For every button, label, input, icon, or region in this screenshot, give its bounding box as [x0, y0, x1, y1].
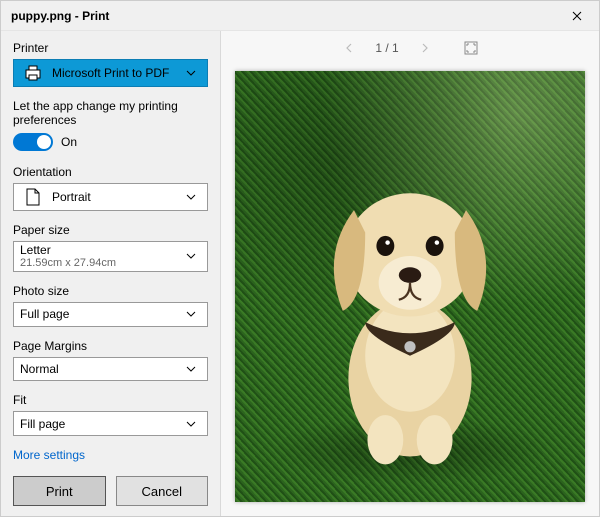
fit-value: Fill page — [20, 417, 65, 431]
chevron-down-icon — [181, 421, 201, 427]
toggle-state: On — [61, 135, 77, 149]
next-page-button[interactable] — [417, 40, 433, 56]
arrow-left-icon — [344, 43, 354, 53]
dialog-body: Printer Microsoft Print to PDF Let the a… — [1, 31, 599, 516]
margins-select[interactable]: Normal — [13, 357, 208, 382]
orientation-label: Orientation — [13, 165, 208, 179]
photo-select[interactable]: Full page — [13, 302, 208, 327]
fit-page-icon — [464, 41, 478, 55]
printer-select[interactable]: Microsoft Print to PDF — [13, 59, 208, 87]
margins-value: Normal — [20, 362, 59, 376]
paper-value: Letter — [20, 243, 116, 257]
chevron-down-icon — [181, 253, 201, 259]
preview-area — [221, 65, 599, 516]
chevron-down-icon — [181, 366, 201, 372]
preview-toolbar: 1 / 1 — [221, 31, 599, 65]
fit-page-button[interactable] — [463, 40, 479, 56]
paper-sub: 21.59cm x 27.94cm — [20, 257, 116, 270]
arrow-right-icon — [420, 43, 430, 53]
preview-pane: 1 / 1 — [221, 31, 599, 516]
orientation-value: Portrait — [52, 190, 91, 204]
titlebar: puppy.png - Print — [1, 1, 599, 31]
photo-label: Photo size — [13, 284, 208, 298]
window-title: puppy.png - Print — [11, 9, 109, 23]
pref-text: Let the app change my printing preferenc… — [13, 99, 208, 127]
more-settings-link[interactable]: More settings — [13, 448, 208, 462]
chevron-down-icon — [181, 194, 201, 200]
fit-label: Fit — [13, 393, 208, 407]
photo-value: Full page — [20, 307, 69, 321]
orientation-select[interactable]: Portrait — [13, 183, 208, 211]
print-dialog: puppy.png - Print Printer Microsoft Prin… — [0, 0, 600, 517]
cancel-button[interactable]: Cancel — [116, 476, 209, 506]
printer-value: Microsoft Print to PDF — [52, 66, 169, 80]
close-button[interactable] — [554, 1, 599, 31]
close-icon — [572, 11, 582, 21]
toggle-knob — [37, 135, 51, 149]
portrait-icon — [20, 184, 46, 210]
settings-panel: Printer Microsoft Print to PDF Let the a… — [1, 31, 221, 516]
action-buttons: Print Cancel — [13, 476, 208, 506]
prev-page-button[interactable] — [341, 40, 357, 56]
page-indicator: 1 / 1 — [375, 41, 398, 55]
chevron-down-icon — [181, 70, 201, 76]
margins-label: Page Margins — [13, 339, 208, 353]
printer-icon — [20, 60, 46, 86]
preview-page — [235, 71, 585, 502]
printer-label: Printer — [13, 41, 208, 55]
puppy-image — [298, 123, 522, 476]
paper-label: Paper size — [13, 223, 208, 237]
pref-toggle[interactable] — [13, 133, 53, 151]
pref-toggle-row: On — [13, 133, 208, 151]
chevron-down-icon — [181, 311, 201, 317]
paper-select[interactable]: Letter 21.59cm x 27.94cm — [13, 241, 208, 272]
print-button[interactable]: Print — [13, 476, 106, 506]
fit-select[interactable]: Fill page — [13, 411, 208, 436]
